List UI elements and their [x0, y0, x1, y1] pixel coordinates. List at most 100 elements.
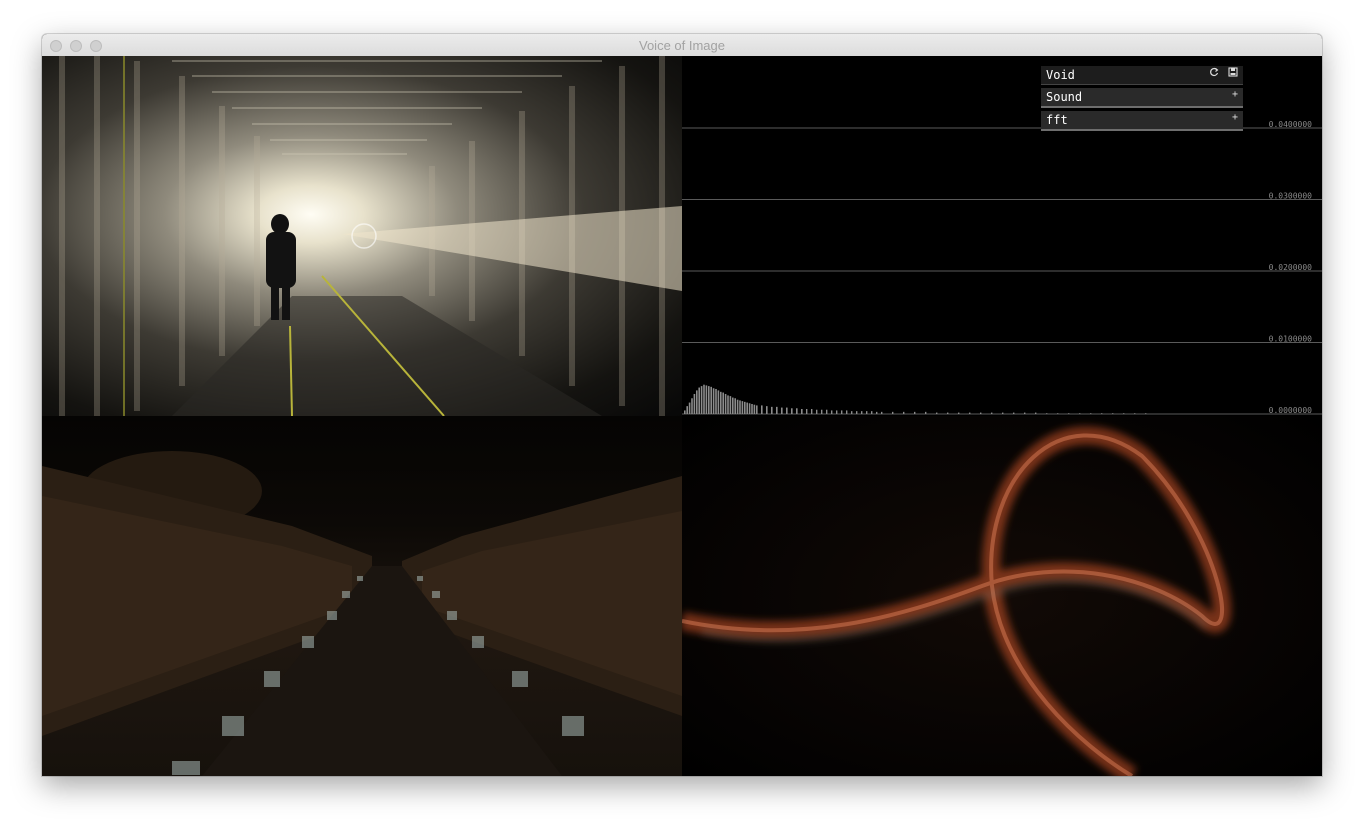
fft-bar — [727, 395, 729, 414]
fft-bar — [691, 398, 693, 414]
fft-bar — [771, 406, 773, 414]
fft-bar — [811, 408, 813, 414]
fft-bar — [698, 387, 700, 414]
fft-bar — [821, 409, 823, 414]
fft-bar — [1024, 412, 1026, 414]
panel-header[interactable]: Void — [1041, 66, 1243, 85]
fft-bar — [892, 411, 894, 414]
panel-title: Void — [1046, 68, 1075, 82]
fft-bar — [720, 391, 722, 414]
fft-bar — [1134, 413, 1136, 414]
fft-bar — [756, 405, 758, 414]
fft-bar — [696, 390, 698, 414]
fft-bar — [724, 393, 727, 414]
fft-bar — [969, 412, 971, 414]
fft-group-label: fft — [1046, 113, 1068, 127]
fft-bar — [1046, 413, 1048, 414]
fft-bar — [729, 396, 732, 414]
fft-bar — [1101, 413, 1103, 414]
fft-bar — [761, 405, 763, 414]
sound-group-label: Sound — [1046, 90, 1083, 104]
fft-bar — [710, 386, 712, 414]
window-title: Voice of Image — [639, 38, 725, 53]
fft-bar — [801, 408, 803, 414]
fft-bar — [700, 386, 703, 414]
fft-bar — [881, 411, 883, 414]
fft-bar — [741, 401, 744, 414]
fft-bar — [866, 411, 868, 414]
fft-bar — [1002, 412, 1004, 414]
fft-bar — [688, 402, 691, 414]
fft-bar — [776, 406, 778, 414]
fft-bar — [856, 411, 858, 414]
fft-bar — [791, 408, 793, 414]
fft-bar — [705, 385, 708, 414]
fft-bar — [925, 411, 927, 414]
fft-bar — [841, 410, 843, 414]
fft-bar — [1123, 413, 1125, 414]
fft-bar — [871, 411, 873, 414]
fft-expand-icon[interactable]: + — [1232, 112, 1238, 123]
fft-bar — [1112, 413, 1114, 414]
fft-bar — [717, 390, 720, 414]
fft-bar — [846, 410, 848, 414]
refresh-icon[interactable] — [1209, 67, 1219, 77]
y-tick-label: 0.0100000 — [1269, 335, 1313, 344]
fft-bar — [876, 411, 878, 414]
y-tick-label: 0.0400000 — [1269, 120, 1313, 129]
fft-bar — [708, 386, 710, 414]
street-image — [42, 416, 682, 776]
sound-expand-icon[interactable]: + — [1232, 89, 1238, 100]
fft-bar — [732, 397, 734, 414]
save-icon[interactable] — [1228, 67, 1238, 77]
fft-bar — [903, 411, 905, 414]
fft-bar — [991, 412, 993, 414]
tunnel-image — [42, 56, 682, 416]
fft-bar — [1057, 413, 1059, 414]
fft-bar — [947, 412, 949, 414]
fft-bar — [980, 412, 982, 414]
fft-bar — [734, 398, 736, 414]
fft-bar — [753, 404, 756, 414]
fft-bar — [739, 400, 741, 414]
settings-panel[interactable]: Void Sound + fft + — [1041, 66, 1243, 134]
fft-bar — [736, 399, 739, 414]
fft-bar — [693, 393, 696, 414]
app-window: Voice of Image 0.0400000 0.0300000 0.020… — [42, 34, 1322, 776]
fft-bar — [781, 407, 783, 414]
fft-bar — [958, 412, 960, 414]
fft-bar — [816, 409, 818, 414]
fft-bar — [722, 392, 724, 414]
y-tick-label: 0.0300000 — [1269, 192, 1313, 201]
fft-bar — [703, 384, 705, 414]
fft-bar — [826, 409, 828, 414]
fft-bar — [914, 411, 916, 414]
fft-bar — [715, 388, 717, 414]
fft-bar — [806, 408, 808, 414]
fft-bar — [851, 411, 853, 414]
fft-bar — [748, 403, 751, 414]
fft-bar — [786, 407, 788, 414]
fft-bar — [1079, 413, 1081, 414]
fft-bar — [712, 388, 715, 414]
fft-bar — [796, 408, 798, 414]
fft-bar — [1013, 412, 1015, 414]
canvas-area[interactable]: 0.0400000 0.0300000 0.0200000 0.0100000 0.00… — [42, 56, 1322, 776]
fft-group[interactable]: fft + — [1041, 111, 1243, 131]
y-tick-label: 0.0200000 — [1269, 263, 1313, 272]
sound-group[interactable]: Sound + — [1041, 88, 1243, 108]
fft-bar — [684, 410, 686, 414]
light-swirl-image — [682, 416, 1322, 776]
fft-bar — [744, 401, 746, 414]
fft-bar — [836, 410, 838, 414]
fft-bar — [746, 402, 748, 414]
fft-bar — [831, 410, 833, 414]
fft-bar — [1145, 413, 1147, 414]
y-tick-label: 0.0000000 — [1269, 406, 1313, 415]
fft-bar — [1068, 413, 1070, 414]
fft-bar — [1090, 413, 1092, 414]
title-bar[interactable]: Voice of Image — [42, 34, 1322, 57]
fft-bar — [936, 412, 938, 414]
fft-bar — [861, 411, 863, 414]
fft-bar — [1035, 412, 1037, 414]
